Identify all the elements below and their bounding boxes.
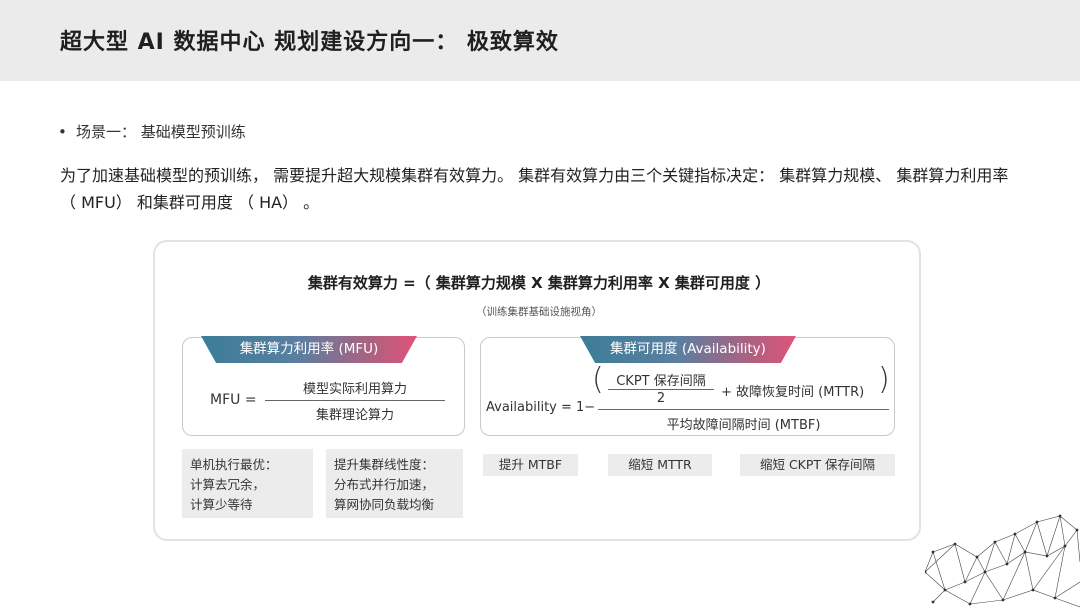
chip-line: 单机执行最优：: [190, 457, 278, 472]
bullet-text: 场景一： 基础模型预训练: [76, 123, 246, 141]
availability-panel: 集群可用度 (Availability) Availability = 1− (…: [480, 336, 895, 436]
chip-line: 算网协同负载均衡: [334, 497, 435, 512]
description-paragraph: 为了加速基础模型的预训练， 需要提升超大规模集群有效算力。 集群有效算力由三个关…: [60, 166, 1009, 212]
left-paren: (: [592, 362, 604, 397]
mfu-lhs: MFU =: [210, 392, 257, 408]
formula-subtitle: （训练集群基础设施视角）: [476, 306, 602, 318]
chip-shorten-mttr: 缩短 MTTR: [608, 454, 712, 476]
mttr-term: + 故障恢复时间 (MTTR): [721, 385, 865, 400]
availability-lhs: Availability = 1−: [486, 400, 596, 415]
fraction-line: [265, 400, 445, 401]
chip-improve-mtbf: 提升 MTBF: [483, 454, 578, 476]
chip-line: 计算去冗余，: [190, 477, 266, 492]
chip-line: 计算少等待: [190, 497, 253, 512]
fraction-line: [598, 409, 889, 410]
bullet-item: • 场景一： 基础模型预训练: [58, 121, 246, 142]
formula-figure: 集群有效算力 =（ 集群算力规模 X 集群算力利用率 X 集群可用度 ） （训练…: [153, 240, 921, 541]
mfu-numerator: 模型实际利用算力: [302, 382, 407, 397]
chip-line: 分布式并行加速，: [334, 477, 435, 492]
network-graph-icon: [925, 514, 1080, 608]
mfu-tab: 集群算力利用率 (MFU): [201, 336, 417, 363]
chip-cluster-linearity: 提升集群线性度： 分布式并行加速， 算网协同负载均衡: [326, 449, 463, 518]
mfu-denominator: 集群理论算力: [315, 408, 394, 423]
chip-line: 提升集群线性度：: [334, 457, 435, 472]
ckpt-interval: CKPT 保存间隔: [616, 374, 706, 389]
chip-shorten-ckpt: 缩短 CKPT 保存间隔: [740, 454, 895, 476]
right-paren: ): [878, 362, 890, 397]
availability-tab: 集群可用度 (Availability): [580, 336, 796, 363]
formula-title: 集群有效算力 =（ 集群算力规模 X 集群算力利用率 X 集群可用度 ）: [307, 274, 771, 292]
mfu-panel: 集群算力利用率 (MFU) MFU = 模型实际利用算力 集群理论算力: [182, 336, 465, 436]
chip-single-node-optimal: 单机执行最优： 计算去冗余， 计算少等待: [182, 449, 313, 518]
availability-denominator: 平均故障间隔时间 (MTBF): [666, 418, 821, 433]
header-bar: 超大型 AI 数据中心 规划建设方向一： 极致算效: [0, 0, 1080, 81]
inner-denominator: 2: [656, 391, 666, 406]
page-title: 超大型 AI 数据中心 规划建设方向一： 极致算效: [60, 30, 559, 55]
inner-fraction-line: [608, 389, 714, 390]
bullet-dot: •: [58, 123, 67, 141]
